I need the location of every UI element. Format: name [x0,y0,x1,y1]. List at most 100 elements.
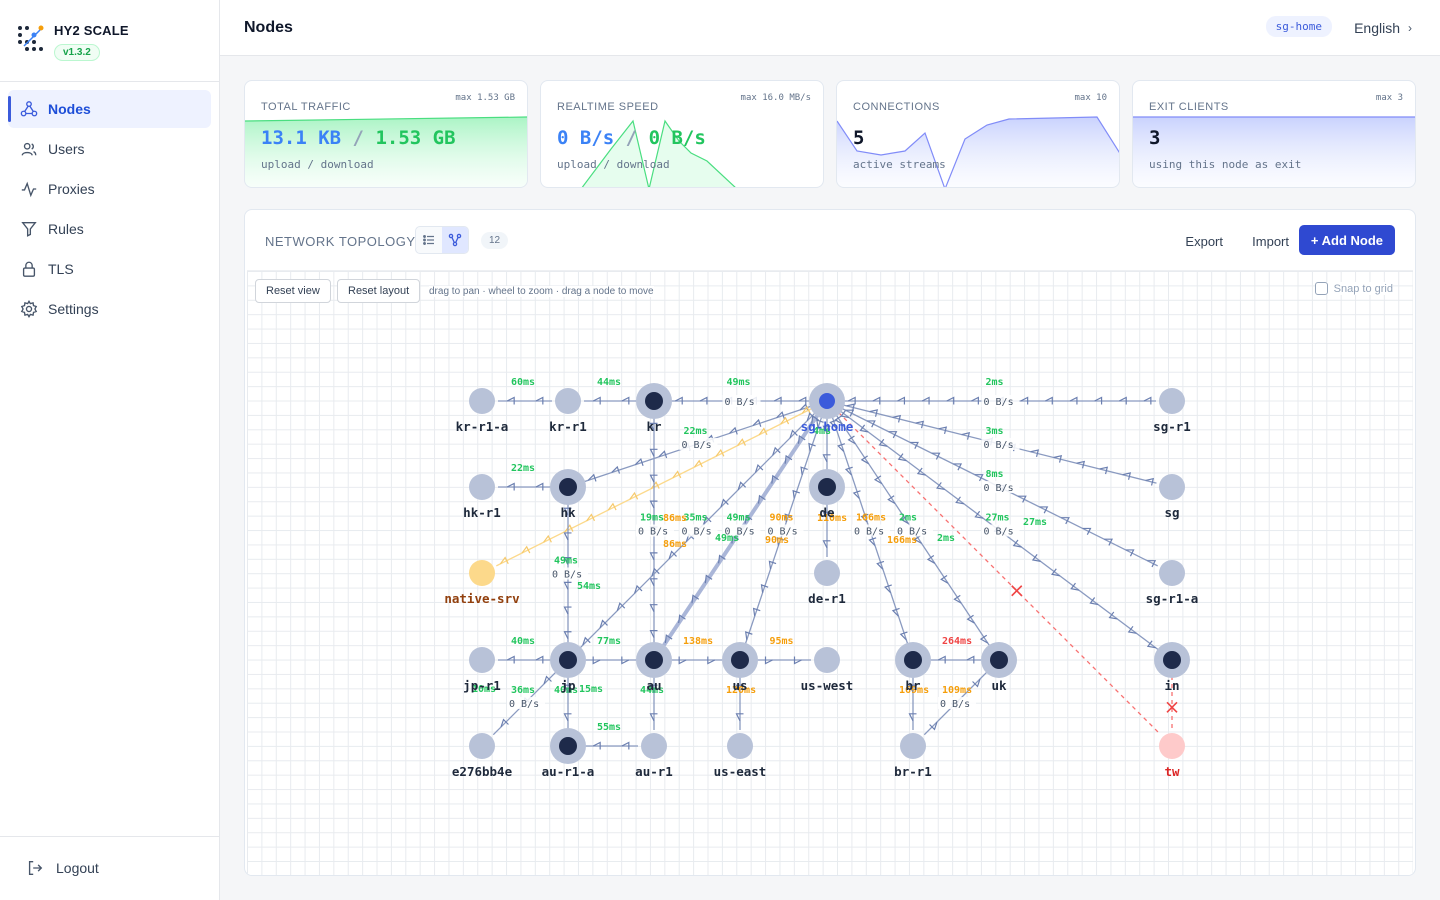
language-selector[interactable]: English › [1354,20,1412,36]
import-button[interactable]: Import [1252,234,1289,249]
edge-latency-label: 49ms [727,513,751,524]
node-core [1163,651,1181,669]
edge-latency-label: 77ms [597,636,621,647]
users-icon [21,142,37,156]
node-circle [814,647,840,673]
edge-latency-label: 22ms [511,463,535,474]
edge-latency-label: 35ms [684,513,708,524]
node-core [990,651,1008,669]
stat-value: 13.1 KB / 1.53 GB [261,127,456,149]
reset-layout-button[interactable]: Reset layout [337,279,421,303]
node-core [559,651,577,669]
current-node-badge[interactable]: sg-home [1265,16,1332,37]
topology-title: NETWORK TOPOLOGY [265,234,416,249]
sidebar-item-users[interactable]: Users [8,130,211,168]
sidebar-item-label: Nodes [48,101,91,117]
snap-to-grid-toggle[interactable]: Snap to grid [1314,282,1393,295]
node-label: kr-r1 [549,419,587,434]
sidebar-item-rules[interactable]: Rules [8,210,211,248]
logout-button[interactable]: Logout [26,859,99,877]
topology-edge[interactable] [584,396,638,405]
gear-icon [20,300,38,318]
reset-view-button[interactable]: Reset view [255,279,331,303]
topology-node-au-r1[interactable]: au-r1 [635,733,673,779]
node-circle [727,733,753,759]
edge-latency-label: 2ms [937,533,955,544]
topology-node-uk[interactable]: uk [981,642,1017,693]
edge-latency-label: 109ms [942,685,972,696]
node-circle [1159,733,1185,759]
topology-node-e276bb4e[interactable]: e276bb4e [452,733,513,779]
topology-edge[interactable] [670,656,724,665]
add-node-button[interactable]: + Add Node [1298,225,1395,255]
edge-speed-label: 0 B/s [682,440,712,451]
node-circle [469,733,495,759]
topology-edge[interactable] [756,656,811,665]
topology-node-kr-r1[interactable]: kr-r1 [549,388,587,434]
node-label: hk [560,505,576,520]
topology-edge[interactable] [498,655,552,664]
sidebar-item-settings[interactable]: Settings [8,290,211,328]
topology-edge[interactable] [498,482,552,491]
topology-node-sg[interactable]: sg [1159,474,1185,520]
value-separator: / [625,127,638,149]
topology-node-native-srv[interactable]: native-srv [444,560,520,606]
edge-arrow [499,556,509,565]
topology-node-hk-r1[interactable]: hk-r1 [463,474,501,520]
stat-sub: using this node as exit [1149,158,1302,171]
edge-speed-label: 0 B/s [984,483,1014,494]
topology-node-kr[interactable]: kr [636,383,672,434]
lock-icon [22,261,36,277]
node-label: de-r1 [808,591,846,606]
list-view-button[interactable] [416,227,442,253]
node-circle [1159,560,1185,586]
topology-node-us-west[interactable]: us-west [801,647,854,693]
view-toggle [415,226,469,254]
snap-checkbox[interactable] [1314,282,1328,295]
edge-latency-label: 55ms [597,722,621,733]
edge-arrow [752,607,761,617]
edge-arrow [1053,454,1063,463]
node-circle [1159,388,1185,414]
node-label: kr [646,419,662,434]
topology-node-kr-r1-a[interactable]: kr-r1-a [456,388,509,434]
node-label: tw [1164,764,1180,779]
topology-node-hk[interactable]: hk [550,469,586,520]
edge-latency-label: 27ms [986,513,1010,524]
node-core [559,478,577,496]
topology-edge[interactable] [584,656,638,665]
topology-canvas[interactable]: 49ms 0 B/s 44ms 60ms 2ms 0 B/s 3ms 0 B/s 8ms 0 B/… [247,270,1413,875]
topology-node-tw[interactable]: tw [1159,733,1185,779]
topology-graph[interactable]: 49ms0 B/s44ms60ms 2ms0 B/s3ms0 B/s8ms0 B/… [247,271,1413,876]
topology-node-br-r1[interactable]: br-r1 [894,733,932,779]
edge-speed-label: 0 B/s [725,397,755,408]
sidebar-item-proxies[interactable]: Proxies [8,170,211,208]
topology-node-sg-home[interactable]: sg-home [801,383,854,434]
topology-node-sg-r1[interactable]: sg-r1 [1153,388,1191,434]
export-button[interactable]: Export [1185,234,1223,249]
stat-sub: upload / download [261,158,374,171]
topology-node-au-r1-a[interactable]: au-r1-a [542,728,595,779]
topology-node-de-r1[interactable]: de-r1 [808,560,846,606]
edge-speed-label: 0 B/s [984,397,1014,408]
topology-edge[interactable] [498,396,552,405]
edge-latency-label: 8ms [986,469,1004,480]
edge-arrow [801,405,811,414]
sidebar-item-nodes[interactable]: Nodes [8,90,211,128]
node-label: au-r1-a [542,764,595,779]
topology-edge[interactable] [584,741,638,750]
topology-node-sg-r1-a[interactable]: sg-r1-a [1146,560,1199,606]
topology-edge[interactable] [929,655,983,664]
topology-node-jp-r1[interactable]: jp-r1 [463,647,501,693]
node-core [731,651,749,669]
node-label: au [646,678,661,693]
graph-view-button[interactable] [442,227,468,253]
sidebar-item-label: Rules [48,221,84,237]
topology-node-in[interactable]: in [1154,642,1190,693]
sidebar-item-label: Proxies [48,181,95,197]
filter-icon [21,222,37,237]
node-label: us [732,678,747,693]
nodes-icon [20,101,38,117]
sidebar-item-tls[interactable]: TLS [8,250,211,288]
topology-node-us-east[interactable]: us-east [714,733,767,779]
